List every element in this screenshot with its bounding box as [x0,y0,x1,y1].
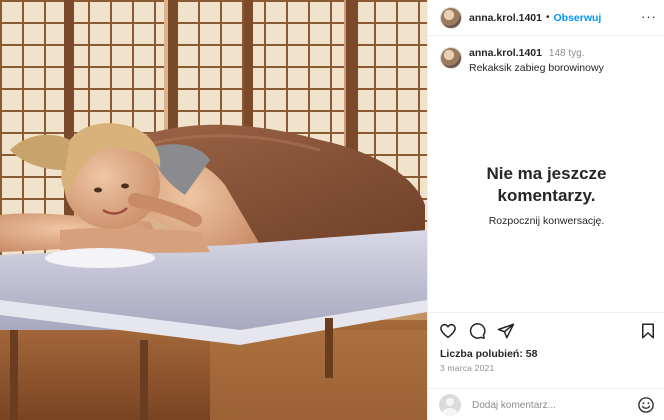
more-options-icon[interactable]: ··· [641,9,657,24]
header-separator: • [545,12,550,23]
follow-button[interactable]: Obserwuj [553,12,601,24]
empty-comments: Nie ma jeszcze komentarzy. Rozpocznij ko… [428,163,664,227]
post-date[interactable]: 3 marca 2021 [440,363,494,373]
empty-comments-title: Nie ma jeszcze komentarzy. [486,164,607,205]
bookmark-icon[interactable] [639,322,657,340]
caption-text: Rekaksik zabieg borowinowy [469,62,604,74]
heart-icon[interactable] [439,322,457,340]
post-photo[interactable] [0,0,427,420]
smiley-icon[interactable] [637,396,655,419]
comment-icon[interactable] [468,322,486,340]
caption-username[interactable]: anna.krol.1401 [469,47,542,59]
share-icon[interactable] [497,322,515,340]
caption-avatar[interactable] [440,47,462,69]
post-photo-image [0,0,427,420]
post-caption: anna.krol.1401 148 tyg. Rekaksik zabieg … [440,46,655,75]
caption-time[interactable]: 148 tyg. [549,48,585,59]
post-actions: Liczba polubień: 58 3 marca 2021 [428,312,664,392]
post-header: anna.krol.1401 • Obserwuj ··· [428,0,664,36]
post-side-panel: anna.krol.1401 • Obserwuj ··· anna.krol.… [427,0,664,420]
current-user-avatar [439,394,461,416]
author-avatar[interactable] [440,6,462,29]
comment-bar [428,388,664,420]
empty-comments-subtitle: Rozpocznij konwersację. [488,215,605,227]
comment-input[interactable] [472,397,622,413]
likes-count[interactable]: Liczba polubień: 58 [440,348,537,360]
author-username[interactable]: anna.krol.1401 [469,12,542,24]
